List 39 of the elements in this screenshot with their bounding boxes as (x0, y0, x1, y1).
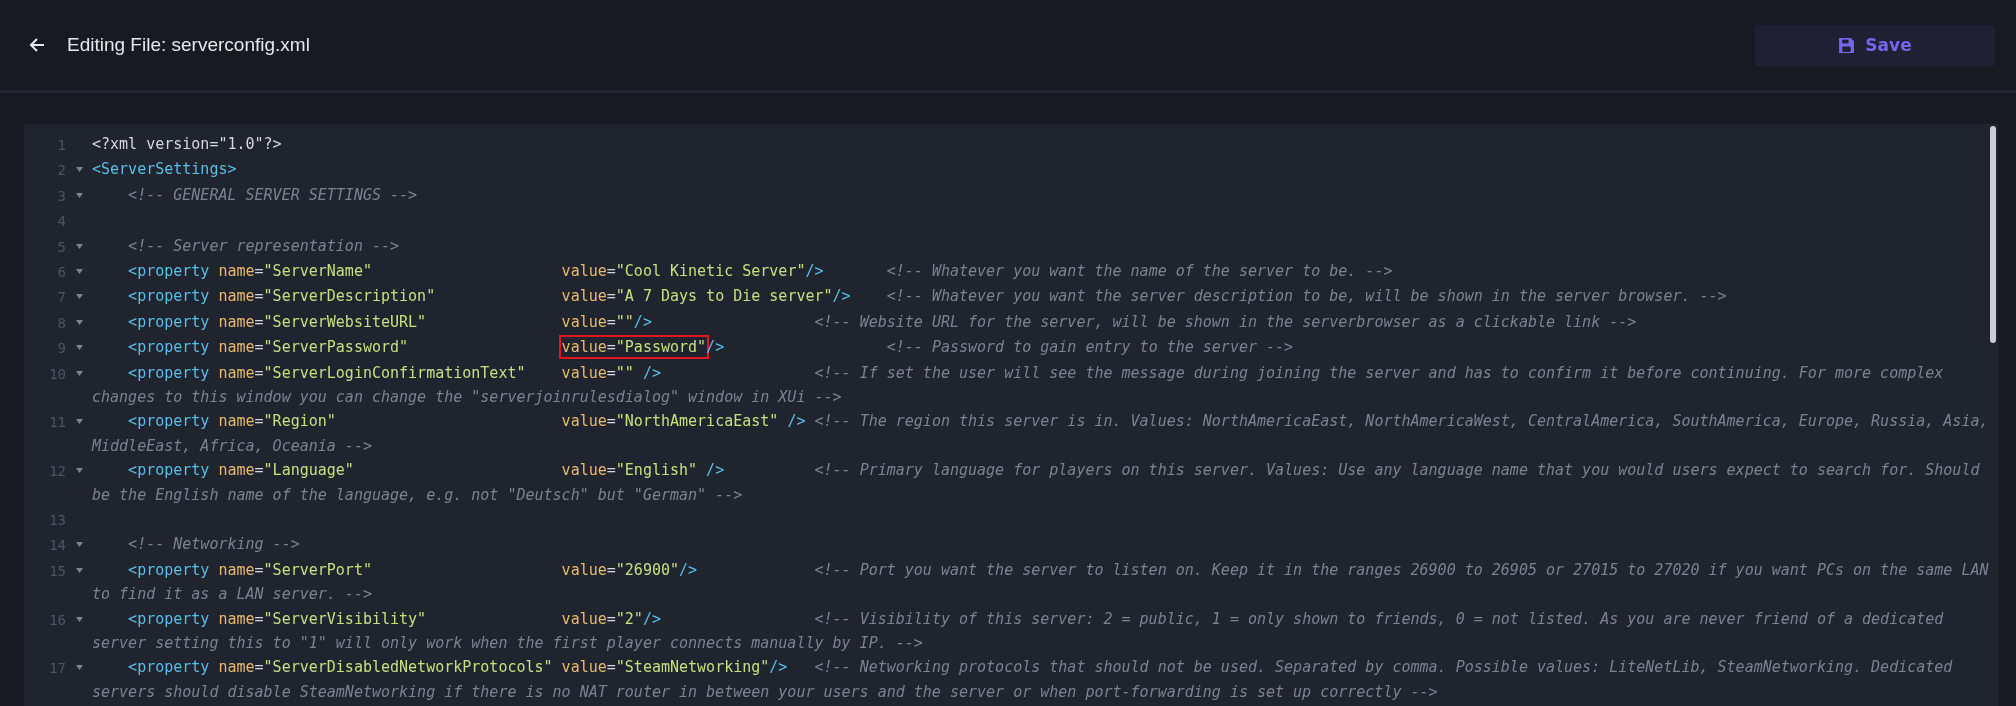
caret-icon[interactable] (75, 419, 83, 425)
caret-icon[interactable] (75, 665, 83, 671)
code-line: <property name="ServerName" value="Cool Kinetic Server"/> <!-- Whatever you want the name of the server to be. --> (127, 262, 1393, 281)
code-line: <property name="Region" value="NorthAmericaEast" /> <!-- The region this server is in. Values: NorthAmericaEast, NorthAmericaWest, CentralAmerica, SouthAmerica, Europe, Russia, Asia, (127, 412, 1989, 431)
caret-icon[interactable] (75, 616, 83, 622)
code-line: <!-- Networking --> (127, 535, 300, 554)
back-arrow-icon[interactable] (29, 37, 45, 53)
caret-icon[interactable] (75, 468, 83, 474)
caret-icon[interactable] (75, 167, 83, 173)
code-line: <ServerSettings> (92, 160, 237, 179)
code-line: <property name="Language" value="English" /> <!-- Primary language for players on this server. Values: Use any language name that you would users expect to search for. Should (127, 461, 1980, 480)
caret-icon[interactable] (75, 294, 83, 300)
code-line: <property name="ServerDisabledNetworkProtocols" value="SteamNetworking"/> <!-- Networking protocols that should not be used. Separated by comma. Possible values: LiteNetLib, SteamNetworking. Dedicated (127, 658, 1953, 677)
caret-icon[interactable] (75, 567, 83, 573)
code-line: server setting this to "1" will only work when the first player connects manually by IP. --> (92, 634, 923, 652)
caret-icon[interactable] (75, 319, 83, 325)
code-line: be the English name of the language, e.g. not "Deutsch" but "German" --> (92, 485, 743, 504)
save-button[interactable]: Save (1755, 24, 1995, 66)
page-title: Editing File: serverconfig.xml (67, 34, 311, 56)
code-line: <property name="ServerWebsiteURL" value=""/> <!-- Website URL for the server, will be shown in the serverbrowser as a clickable link --> (127, 312, 1637, 331)
code-line: servers should disable SteamNetworking if there is no NAT router in between your users and the server or when port-forwarding is set up correctly --> (92, 682, 1438, 701)
caret-icon[interactable] (75, 370, 83, 376)
code-line: <property name="ServerDescription" value="A 7 Days to Die server"/> <!-- Whatever you want the server description to be, will be shown in the server browser. --> (127, 287, 1727, 306)
code-line: <property name="ServerPort" value="26900"/> <!-- Port you want the server to listen on. Keep it in the ranges 26900 to 26905 or 27015 to 27020 if you want PCs on the same LAN (127, 560, 1989, 579)
code-line: MiddleEast, Africa, Oceania --> (92, 436, 372, 455)
caret-icon[interactable] (75, 192, 83, 198)
code-line: changes to this window you can change the "serverjoinrulesdialog" window in XUi --> (92, 388, 842, 407)
code-line: to find it as a LAN server. --> (92, 585, 372, 604)
code-line: <property name="ServerLoginConfirmationText" value="" /> <!-- If set the user will see the message during joining the server and has to confirm it before continuing. For more complex (127, 363, 1944, 382)
code-line: <property name="ServerPassword" (127, 338, 410, 357)
code-line: <?xml version="1.0"?> (92, 135, 282, 153)
caret-icon[interactable] (75, 269, 83, 275)
code-line: <!-- Server representation --> (127, 236, 400, 255)
caret-icon[interactable] (75, 243, 83, 249)
code-line: <property name="ServerVisibility" value="2"/> <!-- Visibility of this server: 2 = public, 1 = only shown to friends, 0 = not listed. As you are never friend of a dedicated (127, 609, 1944, 628)
code-line: <!-- GENERAL SERVER SETTINGS --> (127, 185, 418, 204)
caret-icon[interactable] (75, 345, 83, 351)
caret-icon[interactable] (75, 542, 83, 548)
scrollbar-thumb[interactable] (1990, 126, 1996, 343)
